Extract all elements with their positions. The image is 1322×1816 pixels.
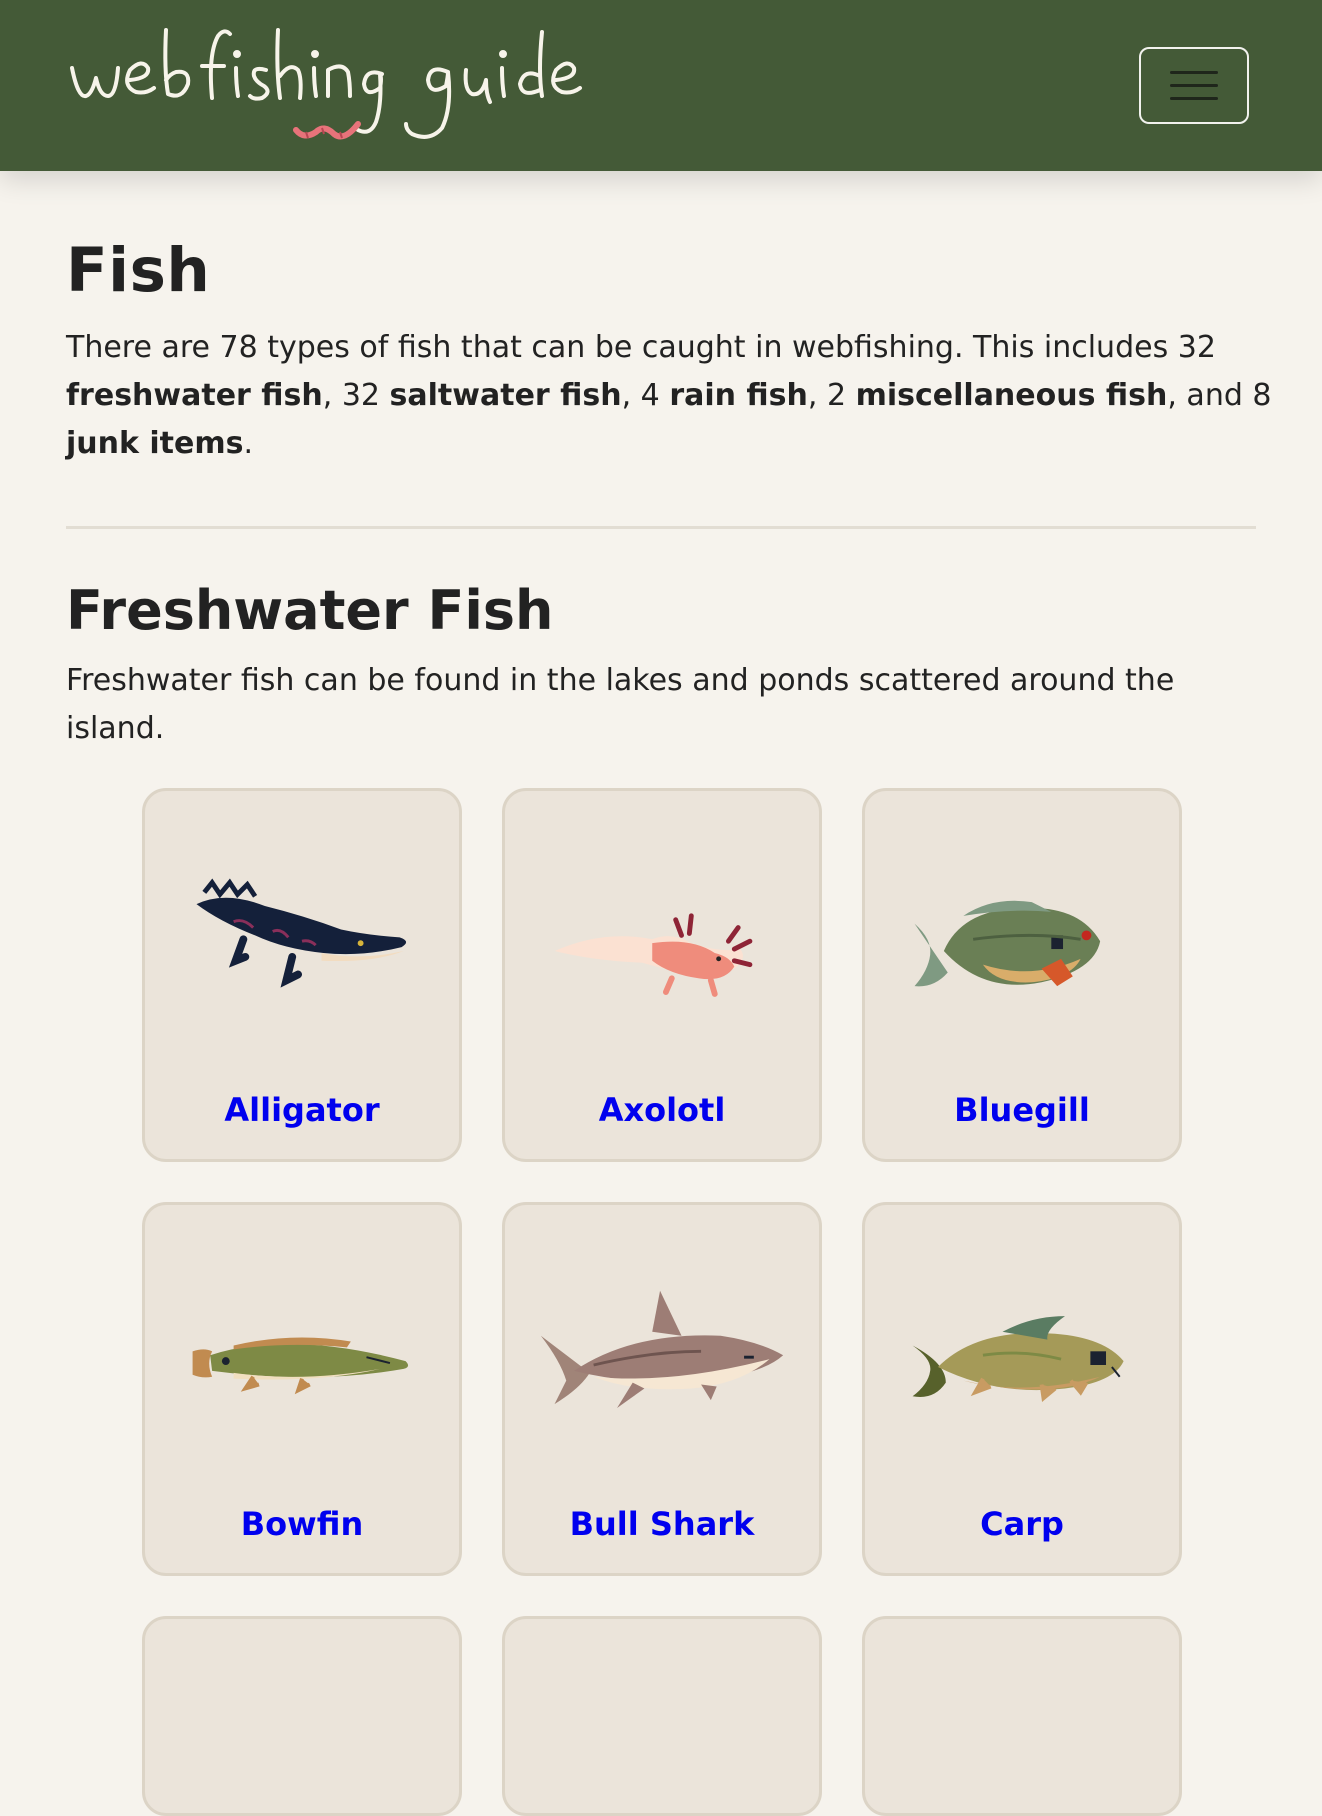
brand-logo[interactable] <box>70 10 610 160</box>
intro-text: , 4 <box>621 378 670 414</box>
fish-card-bowfin[interactable]: Bowfin <box>142 1202 462 1576</box>
fish-card-partial[interactable] <box>862 1616 1182 1816</box>
bluegill-icon <box>895 861 1149 1041</box>
freshwater-section-title: Freshwater Fish <box>66 579 554 643</box>
fish-card-partial[interactable] <box>502 1616 822 1816</box>
intro-text: , and 8 <box>1167 378 1272 414</box>
bull-shark-icon <box>535 1275 789 1455</box>
fish-card-name: Bowfin <box>240 1505 364 1543</box>
fish-card-name: Axolotl <box>598 1091 726 1129</box>
fish-grid: Alligator Axolotl Bluegill Bowfin Bull S… <box>142 788 1182 1816</box>
main-content: Fish There are 78 types of fish that can… <box>0 171 1322 753</box>
axolotl-icon <box>535 861 789 1041</box>
menu-toggle-button[interactable] <box>1139 47 1249 124</box>
fish-card-bull-shark[interactable]: Bull Shark <box>502 1202 822 1576</box>
intro-text: , 2 <box>807 378 856 414</box>
intro-rain-count: rain fish <box>669 378 808 414</box>
intro-saltwater-count: saltwater fish <box>389 378 622 414</box>
fish-card-bluegill[interactable]: Bluegill <box>862 788 1182 1162</box>
bowfin-icon <box>175 1275 429 1455</box>
fish-card-axolotl[interactable]: Axolotl <box>502 788 822 1162</box>
fish-card-name: Carp <box>980 1505 1064 1543</box>
brand-logo-art <box>70 28 582 140</box>
intro-text: There are 78 types of fish that can be c… <box>66 330 1216 366</box>
fish-card-carp[interactable]: Carp <box>862 1202 1182 1576</box>
fish-card-alligator[interactable]: Alligator <box>142 788 462 1162</box>
intro-paragraph: There are 78 types of fish that can be c… <box>66 324 1276 468</box>
alligator-icon <box>175 861 429 1041</box>
fish-card-name: Bull Shark <box>569 1505 755 1543</box>
carp-icon <box>895 1275 1149 1455</box>
intro-text: . <box>243 426 254 462</box>
fish-card-partial[interactable] <box>142 1616 462 1816</box>
fish-card-name: Alligator <box>224 1091 380 1129</box>
hamburger-icon-line <box>1170 84 1218 87</box>
intro-freshwater-count: freshwater fish <box>66 378 323 414</box>
fish-card-name: Bluegill <box>954 1091 1090 1129</box>
hamburger-icon-line <box>1170 97 1218 100</box>
page-title: Fish <box>66 235 211 306</box>
navbar <box>0 0 1322 171</box>
intro-misc-count: miscellaneous fish <box>855 378 1168 414</box>
intro-text: , 32 <box>322 378 390 414</box>
freshwater-section-description: Freshwater fish can be found in the lake… <box>66 663 1175 747</box>
intro-junk-count: junk items <box>66 426 244 462</box>
hamburger-icon-line <box>1170 71 1218 74</box>
